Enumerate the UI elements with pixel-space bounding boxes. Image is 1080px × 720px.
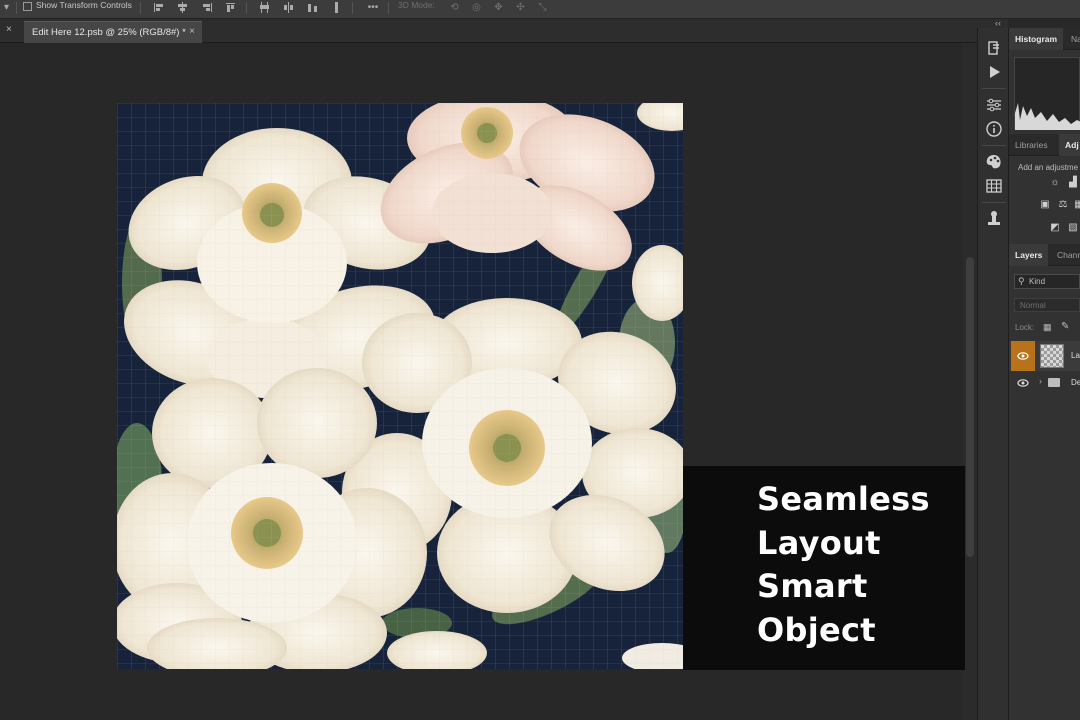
collapse-panels-icon[interactable]: ‹‹ <box>995 18 1001 28</box>
tab-navigator[interactable]: Na <box>1065 28 1080 50</box>
chevron-icon[interactable]: ▾ <box>0 1 13 14</box>
align-center-icon[interactable] <box>176 1 189 14</box>
transparency-grid-overlay <box>117 103 683 669</box>
distribute-spacing-icon[interactable] <box>330 1 343 14</box>
swatches-grid-icon[interactable] <box>984 176 1004 196</box>
layer-name: La <box>1071 351 1080 360</box>
3d-pan-icon[interactable]: ✥ <box>492 1 505 14</box>
adjustments-hint: Add an adjustme <box>1018 163 1079 172</box>
visibility-eye-icon[interactable] <box>1011 372 1035 394</box>
caption-line: Smart <box>757 567 868 605</box>
color-palette-icon[interactable] <box>984 152 1004 172</box>
document-tab-title: Edit Here 12.psb @ 25% (RGB/8#) * <box>32 27 186 38</box>
brightness-icon[interactable]: ☼ <box>1049 178 1061 188</box>
search-icon: ⚲ <box>1018 276 1025 286</box>
previous-tab-close-icon[interactable]: × <box>6 24 12 35</box>
panel-icon-strip <box>977 28 1009 720</box>
caption-line: Seamless <box>757 480 930 518</box>
blend-mode-value: Normal <box>1020 301 1046 310</box>
info-icon[interactable] <box>984 119 1004 139</box>
clone-stamp-icon[interactable] <box>984 209 1004 229</box>
caption-line: Object <box>757 611 876 649</box>
layer-row[interactable]: La <box>1009 341 1080 371</box>
levels-icon[interactable]: ▟ <box>1067 178 1079 188</box>
lock-transparency-icon[interactable]: ▦ <box>1043 322 1052 333</box>
3d-scale-icon[interactable]: ⤡ <box>536 1 549 14</box>
distribute-center-icon[interactable] <box>282 1 295 14</box>
tab-channels[interactable]: Chann <box>1051 244 1080 266</box>
tab-histogram[interactable]: Histogram <box>1009 28 1064 50</box>
adjust-sliders-icon[interactable] <box>984 95 1004 115</box>
history-icon[interactable] <box>984 38 1004 58</box>
divider <box>982 88 1006 89</box>
distribute-bottom-icon[interactable] <box>306 1 319 14</box>
vertical-scrollbar[interactable] <box>963 43 977 720</box>
layer-row[interactable]: › De <box>1009 372 1080 394</box>
histogram-panel-tabs: Histogram Na <box>1009 28 1080 50</box>
play-icon[interactable] <box>984 62 1004 82</box>
promo-caption: Seamless Layout Smart Object <box>683 466 965 670</box>
tab-adjustments[interactable]: Adj <box>1059 134 1080 156</box>
photo-filter-icon[interactable]: ▦ <box>1073 200 1080 210</box>
layer-filter-label: Kind <box>1029 277 1046 286</box>
layer-thumbnail <box>1040 344 1064 368</box>
layers-panel-tabs: Layers Chann <box>1009 244 1080 266</box>
tab-libraries[interactable]: Libraries <box>1009 134 1054 156</box>
caption-line: Layout <box>757 524 881 562</box>
divider <box>982 145 1006 146</box>
3d-roll-icon[interactable]: ◎ <box>470 1 483 14</box>
align-right-icon[interactable] <box>200 1 213 14</box>
scrollbar-thumb[interactable] <box>966 257 974 557</box>
right-panel-dock: Histogram Na Libraries Adj Add an adjust… <box>1009 28 1080 720</box>
threshold-icon[interactable]: ◩ <box>1049 223 1061 233</box>
divider <box>352 2 353 14</box>
distribute-top-icon[interactable] <box>258 1 271 14</box>
lock-brush-icon[interactable]: ✎ <box>1061 321 1069 332</box>
layer-name: De <box>1071 378 1080 387</box>
document-tab[interactable]: Edit Here 12.psb @ 25% (RGB/8#) * × <box>24 21 202 43</box>
visibility-eye-icon[interactable] <box>1011 341 1035 371</box>
gradient-map-icon[interactable]: ▧ <box>1067 223 1079 233</box>
more-options-icon[interactable]: ••• <box>364 1 382 14</box>
blend-mode-select[interactable]: Normal <box>1014 298 1080 312</box>
close-tab-icon[interactable]: × <box>189 26 195 37</box>
folder-icon <box>1048 378 1060 387</box>
document-canvas[interactable] <box>117 103 683 669</box>
options-bar: ▾ Show Transform Controls ••• 3D Mode: ⟲… <box>0 0 1080 19</box>
3d-slide-icon[interactable]: ✣ <box>514 1 527 14</box>
document-tab-bar: × Edit Here 12.psb @ 25% (RGB/8#) * × <box>0 19 1008 43</box>
histogram-graph <box>1014 57 1080 130</box>
divider <box>982 202 1006 203</box>
align-top-icon[interactable] <box>224 1 237 14</box>
curves-icon[interactable]: ▣ <box>1039 200 1051 210</box>
show-transform-label: Show Transform Controls <box>36 0 132 10</box>
balance-icon[interactable]: ⚖ <box>1057 200 1069 210</box>
divider <box>246 2 247 14</box>
align-left-icon[interactable] <box>152 1 165 14</box>
divider <box>140 2 141 14</box>
show-transform-checkbox[interactable] <box>23 2 32 11</box>
floral-artwork <box>117 103 683 669</box>
chevron-right-icon[interactable]: › <box>1039 376 1042 386</box>
tab-layers[interactable]: Layers <box>1009 244 1049 266</box>
adjustments-panel-tabs: Libraries Adj <box>1009 134 1080 156</box>
divider <box>16 2 17 14</box>
layer-filter-select[interactable]: ⚲ Kind <box>1014 274 1080 289</box>
lock-label: Lock: <box>1015 323 1035 332</box>
3d-mode-label: 3D Mode: <box>398 0 435 10</box>
3d-orbit-icon[interactable]: ⟲ <box>448 1 461 14</box>
divider <box>388 2 389 14</box>
